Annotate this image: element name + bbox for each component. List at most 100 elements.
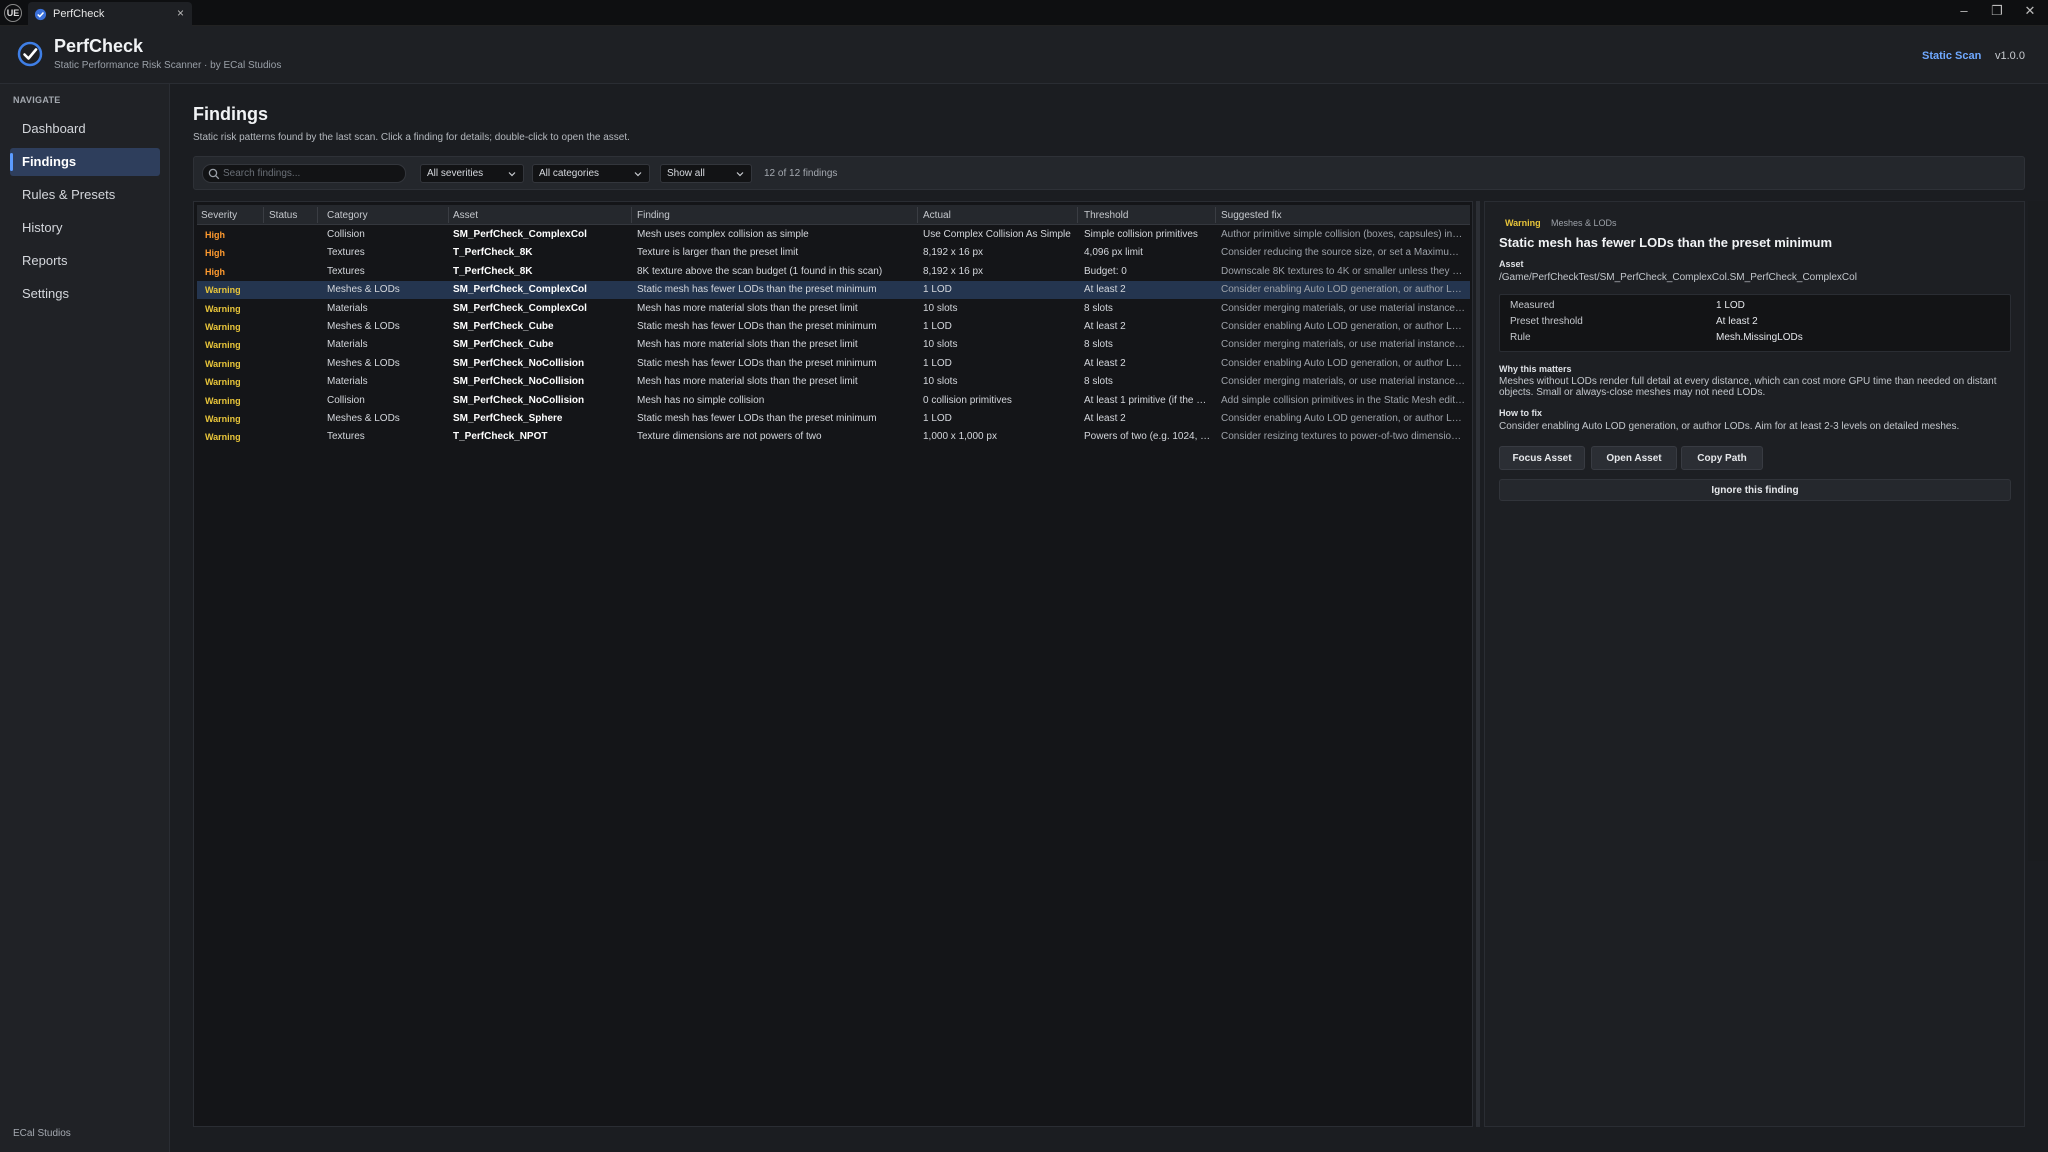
severity-filter-dropdown[interactable]: All severities <box>420 164 524 183</box>
why-label: Why this matters <box>1499 364 1572 374</box>
details-category: Meshes & LODs <box>1551 218 1617 228</box>
tab-label: PerfCheck <box>53 8 105 20</box>
sidebar-item-rules-presets[interactable]: Rules & Presets <box>10 181 160 209</box>
severity-cell: Warning <box>205 432 241 443</box>
perfcheck-logo-icon <box>17 41 43 67</box>
severity-cell: Warning <box>205 303 241 314</box>
panel-splitter[interactable] <box>1476 201 1480 1127</box>
finding-cell: Mesh uses complex collision as simple <box>637 229 809 240</box>
table-row[interactable]: Warning Collision SM_PerfCheck_NoCollision… <box>197 392 1470 410</box>
close-window-icon[interactable]: ✕ <box>2019 3 2041 19</box>
unreal-logo-icon[interactable]: UE <box>4 4 22 22</box>
column-divider[interactable] <box>448 207 449 223</box>
sidebar-item-findings[interactable]: Findings <box>10 148 160 176</box>
category-cell: Materials <box>327 339 368 351</box>
details-panel: Warning Meshes & LODs Static mesh has fe… <box>1484 201 2025 1127</box>
asset-cell: SM_PerfCheck_Cube <box>453 321 554 332</box>
window-titlebar: UE PerfCheck × – ❐ ✕ <box>0 0 2048 26</box>
sidebar-item-history[interactable]: History <box>10 214 160 242</box>
suggested-fix-cell: Consider enabling Auto LOD generation, o… <box>1221 357 1466 369</box>
search-input[interactable] <box>202 164 406 183</box>
category-cell: Meshes & LODs <box>327 357 400 369</box>
page-title: Findings <box>193 104 268 124</box>
suggested-fix-cell: Consider merging materials, or use mater… <box>1221 339 1466 351</box>
threshold-cell: At least 2 <box>1084 321 1126 332</box>
table-row[interactable]: Warning Meshes & LODs SM_PerfCheck_Cube Sta… <box>197 318 1470 336</box>
category-cell: Meshes & LODs <box>327 321 400 332</box>
column-divider[interactable] <box>631 207 632 223</box>
severity-cell: Warning <box>205 395 241 406</box>
table-row[interactable]: Warning Materials SM_PerfCheck_NoCollision… <box>197 373 1470 391</box>
details-asset-path: /Game/PerfCheckTest/SM_PerfCheck_Complex… <box>1499 272 1857 283</box>
show-filter-dropdown[interactable]: Show all <box>660 164 752 183</box>
sidebar-item-reports[interactable]: Reports <box>10 247 160 275</box>
chevron-down-icon <box>634 172 642 177</box>
sidebar-footer: ECal Studios <box>13 1128 71 1139</box>
column-divider[interactable] <box>917 207 918 223</box>
how-label: How to fix <box>1499 408 1542 418</box>
open-asset-button[interactable]: Open Asset <box>1591 446 1677 470</box>
scan-mode-link[interactable]: Static Scan <box>1922 50 1981 62</box>
table-row[interactable]: Warning Materials SM_PerfCheck_Cube Mesh ha… <box>197 336 1470 354</box>
sidebar-item-dashboard[interactable]: Dashboard <box>10 115 160 143</box>
ignore-finding-button[interactable]: Ignore this finding <box>1499 479 2011 501</box>
threshold-cell: Powers of two (e.g. 1024, 20... <box>1084 431 1212 443</box>
metric-key: Rule <box>1510 332 1531 343</box>
finding-cell: Texture is larger than the preset limit <box>637 247 799 259</box>
focus-asset-button[interactable]: Focus Asset <box>1499 446 1585 470</box>
table-row[interactable]: High Textures T_PerfCheck_8K 8K texture abo… <box>197 263 1470 281</box>
table-row[interactable]: Warning Materials SM_PerfCheck_ComplexCol M… <box>197 300 1470 318</box>
threshold-cell: 8 slots <box>1084 376 1113 388</box>
column-header-actual[interactable]: Actual <box>923 210 951 221</box>
column-divider[interactable] <box>1215 207 1216 223</box>
table-row[interactable]: Warning Meshes & LODs SM_PerfCheck_NoColli… <box>197 355 1470 373</box>
column-header-asset[interactable]: Asset <box>453 210 478 221</box>
app-subtitle: Static Performance Risk Scanner · by ECa… <box>54 60 282 71</box>
finding-cell: Mesh has more material slots than the pr… <box>637 339 858 351</box>
column-header-suggested-fix[interactable]: Suggested fix <box>1221 210 1282 221</box>
column-header-threshold[interactable]: Threshold <box>1084 210 1128 221</box>
severity-cell: Warning <box>205 414 241 424</box>
column-header-status[interactable]: Status <box>269 210 297 221</box>
actual-cell: 0 collision primitives <box>923 394 1012 406</box>
table-row[interactable]: High Textures T_PerfCheck_8K Texture is lar… <box>197 244 1470 262</box>
severity-filter-value: All severities <box>427 168 484 179</box>
restore-icon[interactable]: ❐ <box>1986 3 2008 19</box>
tab-perfcheck[interactable]: PerfCheck × <box>28 2 192 26</box>
category-filter-dropdown[interactable]: All categories <box>532 164 650 183</box>
threshold-cell: At least 2 <box>1084 284 1126 296</box>
asset-cell: SM_PerfCheck_NoCollision <box>453 357 585 369</box>
suggested-fix-cell: Add simple collision primitives in the S… <box>1221 394 1466 406</box>
suggested-fix-cell: Author primitive simple collision (boxes… <box>1221 229 1466 240</box>
version-label: v1.0.0 <box>1995 50 2025 62</box>
asset-cell: SM_PerfCheck_ComplexCol <box>453 302 587 314</box>
category-cell: Textures <box>327 247 365 259</box>
table-row[interactable]: High Collision SM_PerfCheck_ComplexCol Mesh… <box>197 226 1470 244</box>
category-cell: Collision <box>327 229 365 240</box>
how-text: Consider enabling Auto LOD generation, o… <box>1499 421 1960 432</box>
threshold-cell: Budget: 0 <box>1084 265 1127 277</box>
minimize-icon[interactable]: – <box>1953 3 1975 18</box>
column-divider[interactable] <box>317 207 318 223</box>
finding-cell: Mesh has more material slots than the pr… <box>637 302 858 314</box>
column-divider[interactable] <box>1077 207 1078 223</box>
suggested-fix-cell: Consider enabling Auto LOD generation, o… <box>1221 321 1466 332</box>
details-asset-label: Asset <box>1499 259 1524 269</box>
severity-cell: Warning <box>205 358 241 369</box>
page-description: Static risk patterns found by the last s… <box>193 132 630 143</box>
column-header-finding[interactable]: Finding <box>637 210 670 221</box>
category-cell: Collision <box>327 394 365 406</box>
table-row[interactable]: Warning Meshes & LODs SM_PerfCheck_Sphere S… <box>197 410 1470 428</box>
copy-path-button[interactable]: Copy Path <box>1681 446 1763 470</box>
column-header-severity[interactable]: Severity <box>201 210 237 221</box>
severity-cell: Warning <box>205 322 241 332</box>
asset-cell: SM_PerfCheck_NoCollision <box>453 376 585 388</box>
column-header-category[interactable]: Category <box>327 210 368 221</box>
table-row[interactable]: Warning Meshes & LODs SM_PerfCheck_Complex… <box>197 281 1470 300</box>
column-divider[interactable] <box>263 207 264 223</box>
tab-close-icon[interactable]: × <box>177 6 184 20</box>
finding-cell: Texture dimensions are not powers of two <box>637 431 822 443</box>
sidebar-item-settings[interactable]: Settings <box>10 280 160 308</box>
category-cell: Materials <box>327 302 368 314</box>
table-row[interactable]: Warning Textures T_PerfCheck_NPOT Texture d… <box>197 428 1470 446</box>
